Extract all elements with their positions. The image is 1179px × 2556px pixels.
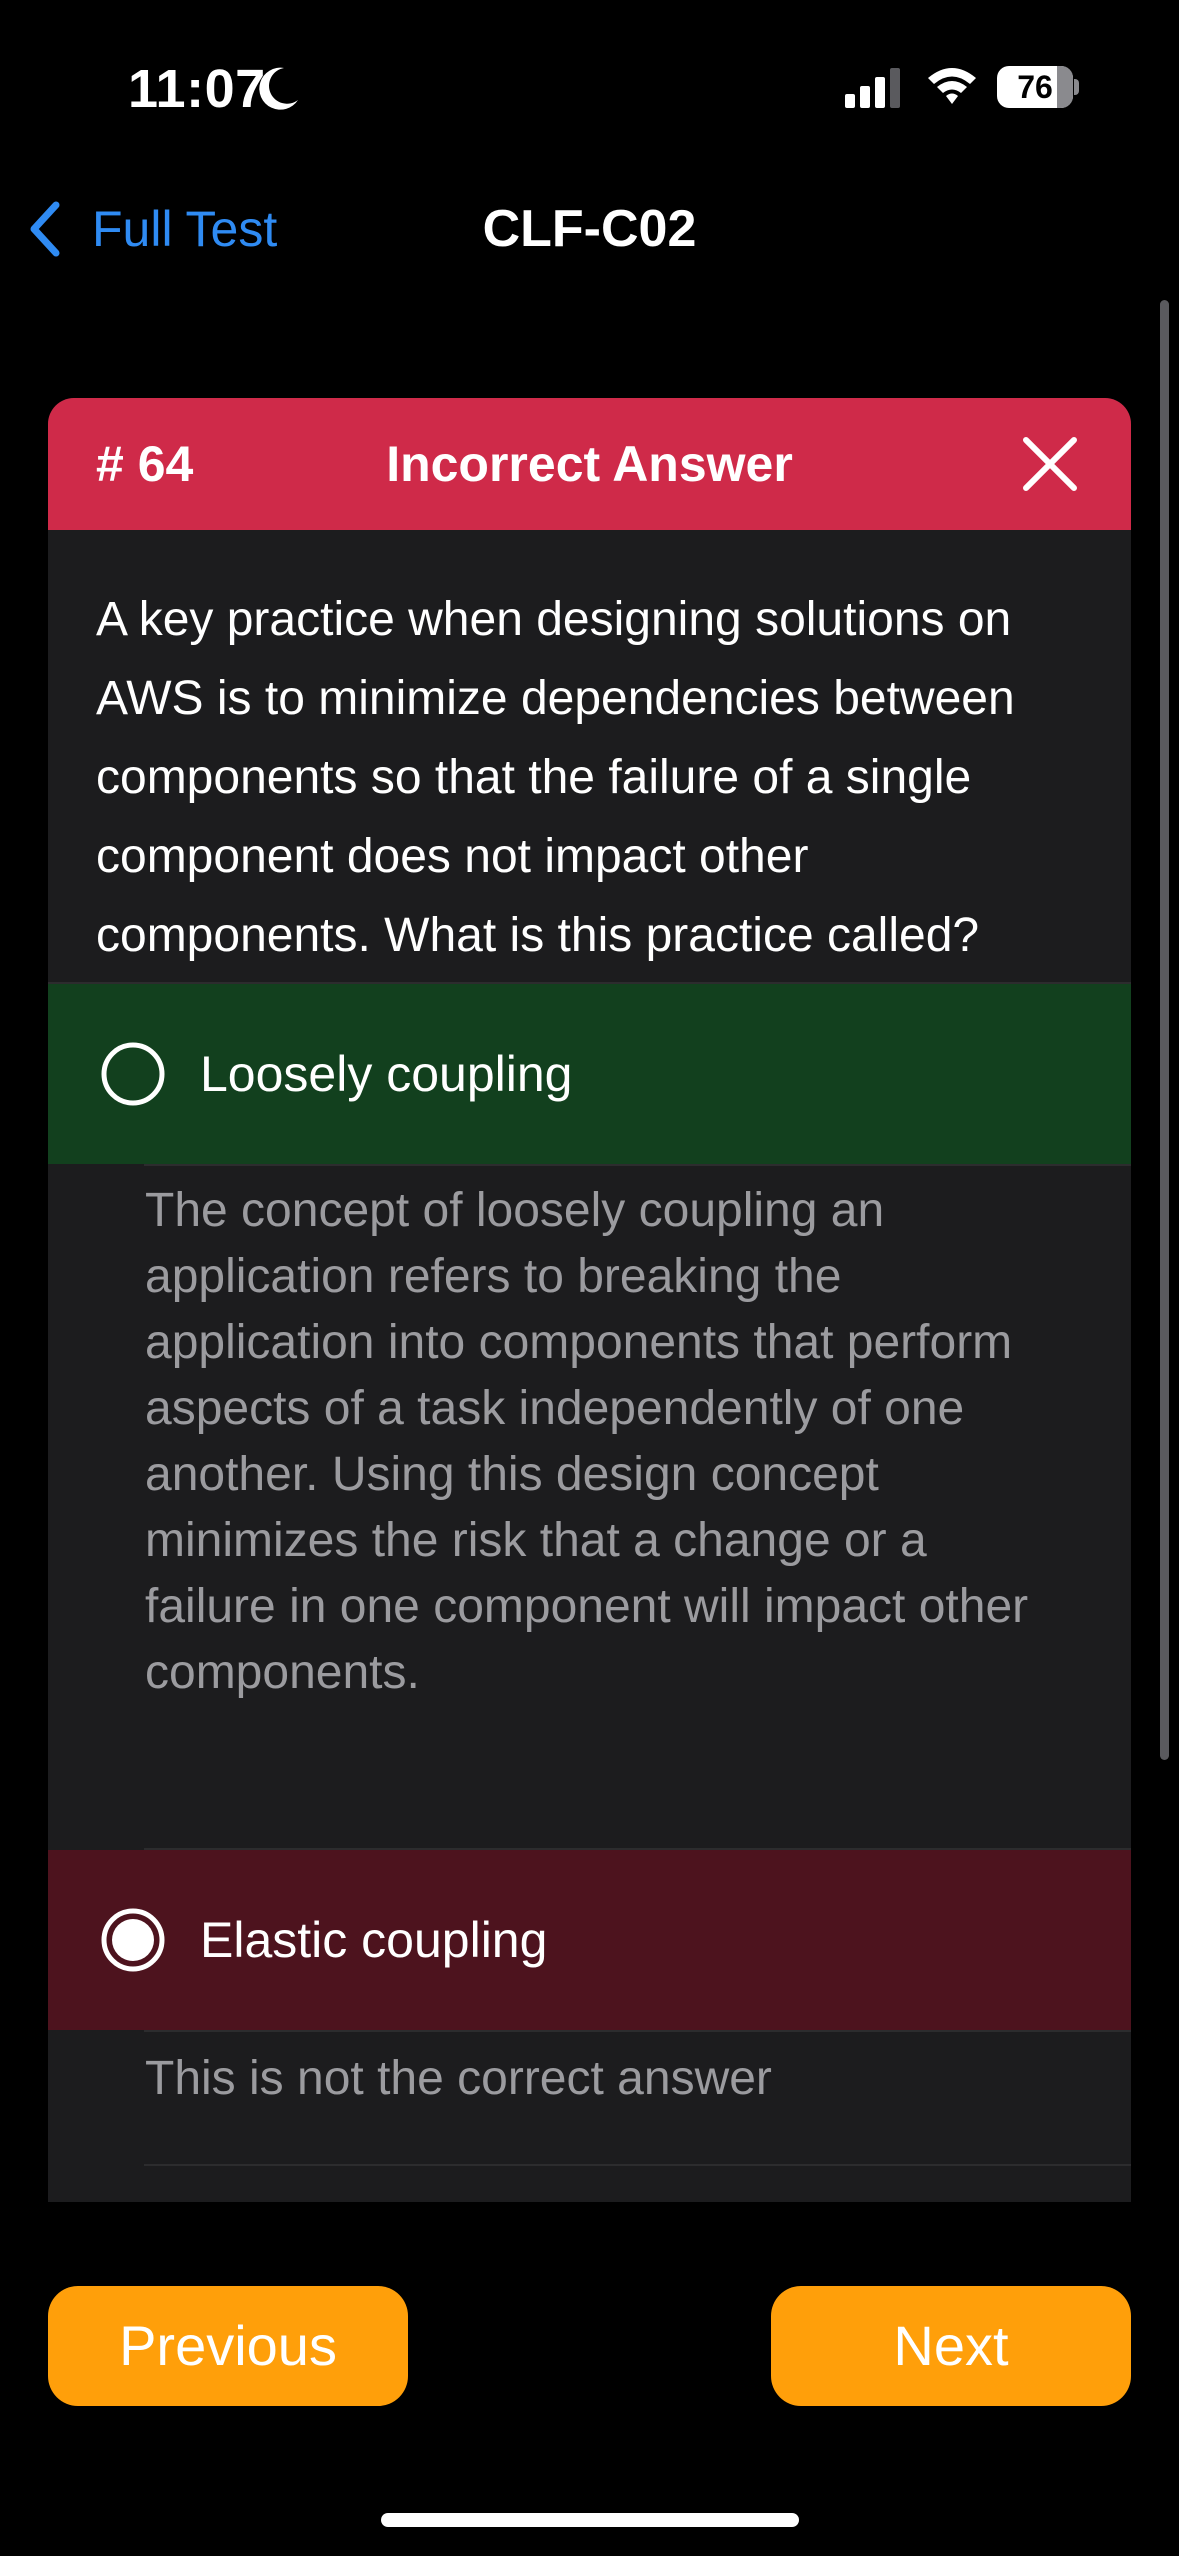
moon-icon (259, 67, 298, 110)
cellular-signal-icon (845, 68, 900, 108)
close-icon[interactable] (1018, 432, 1082, 496)
back-button[interactable]: Full Test (24, 194, 277, 264)
result-header: # 64 Incorrect Answer (48, 398, 1131, 530)
result-title: Incorrect Answer (386, 436, 793, 492)
chevron-left-icon (30, 201, 60, 257)
answer-option-label: Elastic coupling (200, 1912, 548, 1968)
radio-selected-icon (101, 1908, 165, 1972)
back-button-label: Full Test (92, 201, 278, 257)
status-bar: 11:07 76 (0, 0, 1179, 175)
question-card: # 64 Incorrect Answer A key practice whe… (48, 398, 1131, 2202)
next-button[interactable]: Next (771, 2286, 1131, 2406)
battery-percentage: 76 (1017, 69, 1053, 105)
wifi-icon (928, 68, 976, 104)
battery-icon: 76 (997, 66, 1079, 108)
answer-explanation: The concept of loosely coupling an appli… (145, 1184, 1029, 1699)
answer-option-label: Loosely coupling (200, 1046, 573, 1102)
answer-option-correct[interactable]: Loosely coupling (48, 984, 1131, 1164)
home-indicator[interactable] (381, 2513, 799, 2527)
answer-option-selected-incorrect[interactable]: Elastic coupling (48, 1850, 1131, 2030)
previous-button[interactable]: Previous (48, 2286, 408, 2406)
radio-unselected-icon (101, 1042, 165, 1106)
question-text: A key practice when designing solutions … (96, 593, 1015, 962)
scrollbar[interactable] (1160, 300, 1169, 1760)
divider (144, 2164, 1131, 2166)
status-time: 11:07 (128, 59, 266, 119)
answer-explanation: This is not the correct answer (145, 2052, 772, 2105)
